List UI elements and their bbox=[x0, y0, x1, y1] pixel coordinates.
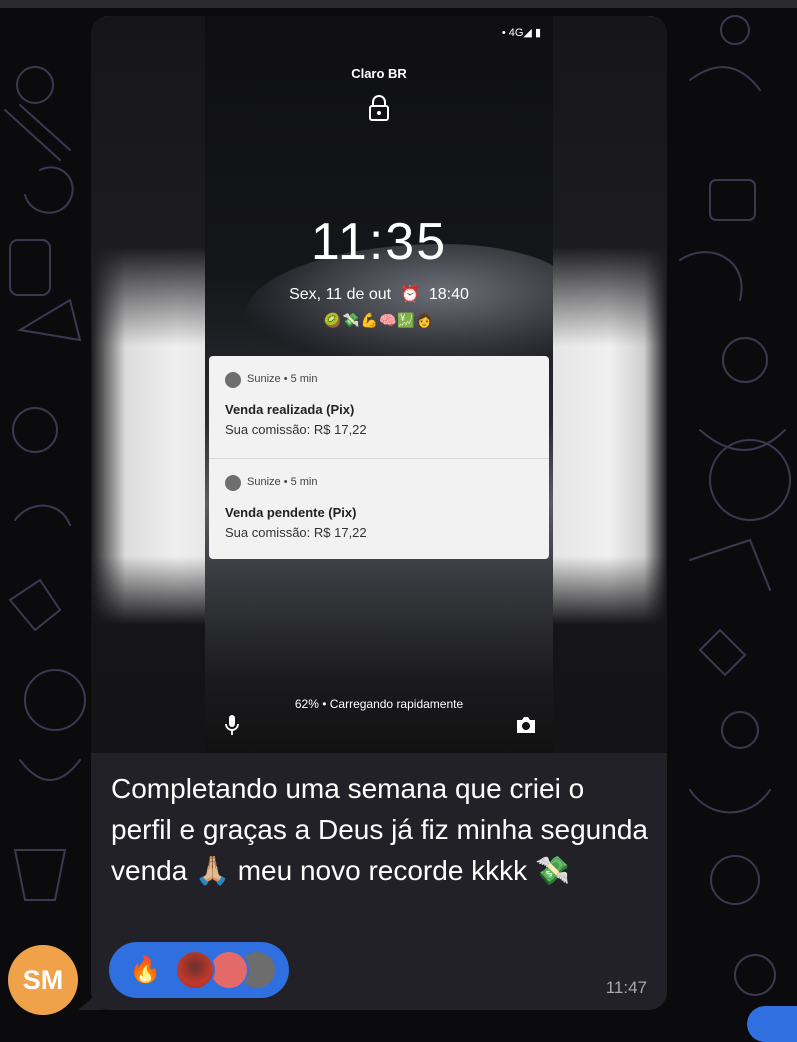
message-bubble[interactable]: • 4G◢ ▮ Claro BR 11:35 Sex, 11 de out ⏰ … bbox=[91, 16, 667, 1010]
status-bar-icons: • 4G◢ ▮ bbox=[501, 27, 541, 39]
notification-title: Venda realizada (Pix) bbox=[225, 402, 355, 417]
date-label: Sex, 11 de out bbox=[289, 286, 392, 303]
date-alarm-line: Sex, 11 de out ⏰ 18:40 bbox=[205, 284, 553, 304]
emoji-row: 🥝💸💪🧠💹👩 bbox=[323, 312, 435, 328]
notification-body: Sua comissão: R$ 17,22 bbox=[225, 525, 367, 540]
reactor-avatar bbox=[175, 950, 215, 990]
sender-avatar[interactable]: SM bbox=[8, 945, 78, 1015]
alarm-icon: ⏰ bbox=[395, 286, 425, 303]
alarm-time: 18:40 bbox=[428, 286, 469, 303]
charging-status: 62% • Carregando rapidamente bbox=[294, 697, 464, 711]
notification-app: Sunize • 5 min bbox=[247, 373, 318, 385]
microphone-icon bbox=[225, 715, 239, 735]
attached-screenshot[interactable]: • 4G◢ ▮ Claro BR 11:35 Sex, 11 de out ⏰ … bbox=[91, 16, 667, 753]
message-text: Completando uma semana que criei o perfi… bbox=[111, 773, 648, 886]
notification-app: Sunize • 5 min bbox=[247, 476, 318, 488]
message-timestamp: 11:47 bbox=[605, 978, 647, 997]
top-bar bbox=[0, 0, 797, 8]
app-icon bbox=[225, 372, 241, 388]
lock-icon bbox=[369, 95, 389, 121]
lockscreen-clock: 11:35 bbox=[310, 213, 448, 271]
scroll-to-bottom-button[interactable] bbox=[747, 1006, 797, 1042]
app-icon bbox=[225, 475, 241, 491]
phone-lockscreen: • 4G◢ ▮ Claro BR 11:35 Sex, 11 de out ⏰ … bbox=[205, 16, 553, 753]
notification-card: Sunize • 5 min Venda realizada (Pix) Sua… bbox=[209, 356, 549, 559]
camera-icon bbox=[517, 717, 535, 733]
notification-item: Sunize • 5 min Venda realizada (Pix) Sua… bbox=[209, 356, 549, 457]
notification-item: Sunize • 5 min Venda pendente (Pix) Sua … bbox=[209, 458, 549, 559]
reactor-avatar bbox=[209, 950, 249, 990]
carrier-label: Claro BR bbox=[351, 66, 407, 81]
notification-body: Sua comissão: R$ 17,22 bbox=[225, 422, 367, 437]
notification-title: Venda pendente (Pix) bbox=[225, 505, 357, 520]
reactions-pill[interactable]: 🔥 bbox=[109, 942, 289, 998]
fire-reaction-icon: 🔥 bbox=[129, 954, 162, 984]
